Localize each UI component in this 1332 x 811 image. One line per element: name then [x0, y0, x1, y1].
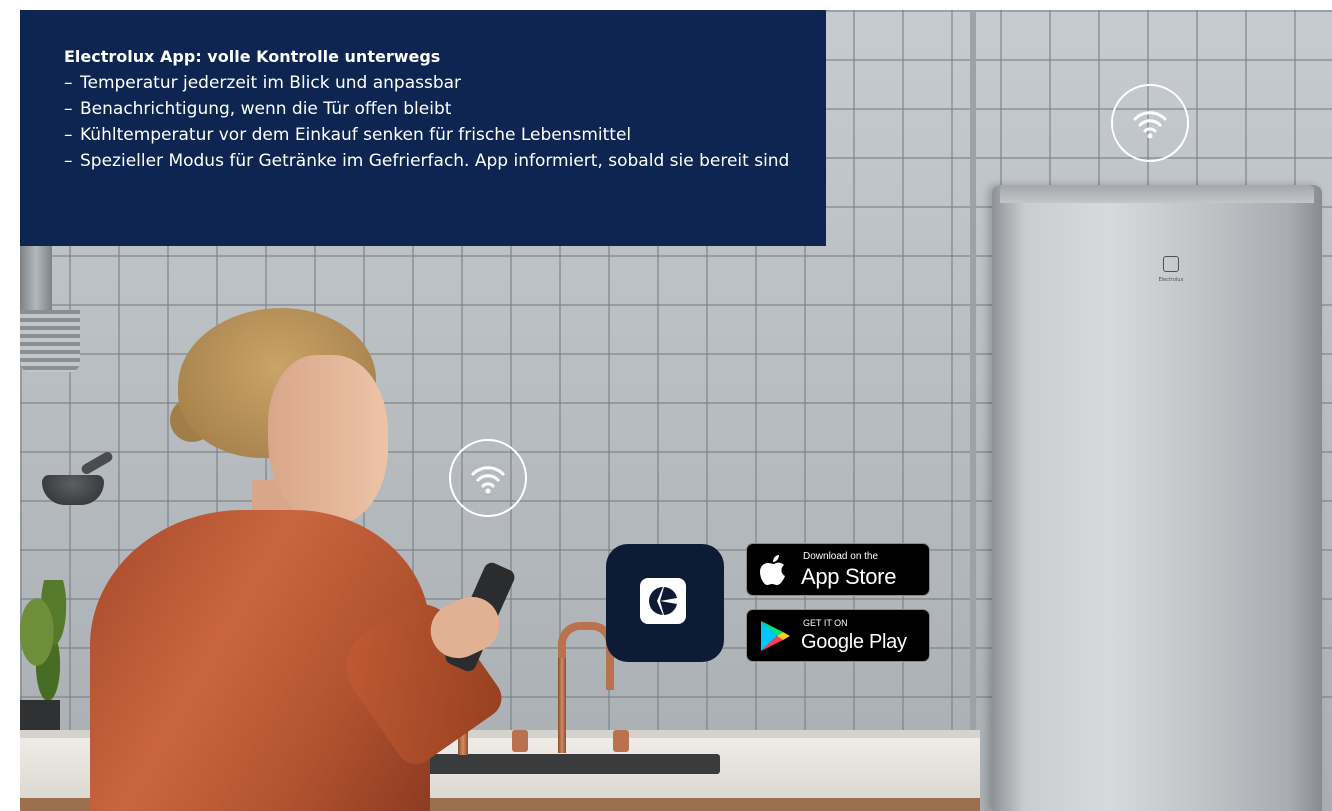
fridge-brand-name: Electrolux	[1158, 277, 1184, 283]
faucet-knob	[512, 730, 528, 752]
app-store-badge[interactable]: Download on the App Store	[746, 543, 930, 596]
apple-icon	[759, 553, 789, 591]
woman-face	[268, 355, 388, 525]
google-play-badge-small: GET IT ON	[803, 618, 848, 628]
electrolux-logo-icon	[1163, 256, 1179, 272]
range-hood-pipe	[20, 245, 52, 315]
feature-item: Spezieller Modus für Getränke im Gefrier…	[64, 148, 826, 174]
range-hood	[20, 310, 80, 372]
info-box: Electrolux App: volle Kontrolle unterweg…	[20, 10, 826, 246]
herb-plant	[20, 580, 76, 710]
google-play-icon	[759, 619, 791, 657]
wifi-icon	[449, 439, 527, 517]
google-play-badge-label: Google Play	[801, 631, 907, 653]
wall-divider	[970, 10, 976, 730]
electrolux-app-icon[interactable]	[606, 544, 724, 662]
faucet-stem	[558, 658, 566, 753]
info-title: Electrolux App: volle Kontrolle unterweg…	[64, 47, 441, 66]
fridge-brand-logo: Electrolux	[1148, 256, 1194, 283]
fridge-top	[1000, 185, 1314, 203]
feature-list: Temperatur jederzeit im Blick und anpass…	[64, 70, 826, 174]
wifi-icon	[1111, 84, 1189, 162]
app-store-badge-label: App Store	[801, 564, 897, 589]
feature-item: Temperatur jederzeit im Blick und anpass…	[64, 70, 826, 96]
feature-item: Benachrichtigung, wenn die Tür offen ble…	[64, 96, 826, 122]
app-store-badge-small: Download on the	[803, 551, 879, 562]
feature-item: Kühltemperatur vor dem Einkauf senken fü…	[64, 122, 826, 148]
faucet-knob	[613, 730, 629, 752]
electrolux-logo-icon	[640, 578, 686, 624]
mortar	[42, 475, 104, 505]
google-play-badge[interactable]: GET IT ON Google Play	[746, 609, 930, 662]
